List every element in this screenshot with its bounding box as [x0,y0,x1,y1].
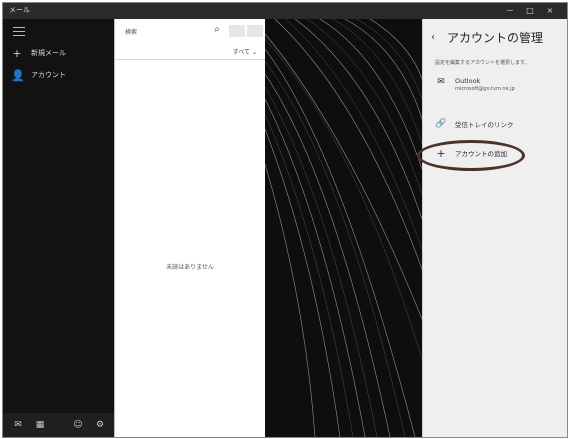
title-bar: メール － □ × [3,3,567,19]
page-title: アカウントの管理 [447,31,544,45]
mail-icon[interactable]: ✉ [11,418,25,432]
sidebar-bottom-bar: ✉ ▦ ☺ ⚙ [3,413,114,437]
search-icon[interactable]: ⌕ [210,24,224,38]
sync-icon[interactable] [229,25,245,37]
link-inboxes-label: 受信トレイのリンク [455,121,514,129]
star-trails-image [265,19,422,437]
panel-subtitle: 設定を編集するアカウントを選択します。 [435,60,530,66]
account-email: microsoft@go.tvm.ne.jp [455,86,515,92]
account-settings-panel: ‹ アカウントの管理 設定を編集するアカウントを選択します。 ✉ Outlook… [422,19,567,437]
plus-icon: + [12,46,22,60]
accounts-button[interactable]: 👤 アカウント [11,67,66,83]
new-mail-label: 新規メール [31,49,66,57]
account-item-outlook[interactable]: ✉ Outlook microsoft@go.tvm.ne.jp [435,77,515,92]
link-inboxes-item[interactable]: 🔗 受信トレイのリンク [435,119,514,129]
new-mail-button[interactable]: + 新規メール [11,45,66,61]
calendar-icon[interactable]: ▦ [33,418,47,432]
account-name: Outlook [455,77,481,85]
message-list: 検索 ⌕ すべて ⌄ 未読はありません [114,19,266,437]
search-box[interactable]: 検索 ⌕ [119,23,263,39]
panel-header: ‹ アカウントの管理 [431,29,543,46]
reading-pane-background [265,19,422,437]
person-icon: 👤 [11,68,25,82]
sidebar: + 新規メール 👤 アカウント ✉ ▦ ☺ ⚙ [3,19,114,437]
people-icon[interactable]: ☺ [71,418,85,432]
highlight-ring [417,140,525,171]
minimize-button[interactable]: － [501,4,519,18]
select-mode-icon[interactable] [247,25,263,37]
close-button[interactable]: × [541,4,559,18]
accounts-label: アカウント [31,71,66,79]
window-title: メール [9,6,30,14]
search-input[interactable]: 検索 [125,27,137,36]
filter-dropdown[interactable]: すべて ⌄ [233,47,257,56]
settings-icon[interactable]: ⚙ [93,418,107,432]
mail-icon: ✉ [437,77,445,87]
back-icon[interactable]: ‹ [431,32,443,43]
divider [115,59,265,60]
empty-message: 未読はありません [166,264,214,271]
mail-window: メール － □ × + 新規メール 👤 アカウント ✉ ▦ ☺ ⚙ 検索 ⌕ す… [2,2,568,438]
link-icon: 🔗 [435,119,447,129]
maximize-button[interactable]: □ [521,4,539,18]
hamburger-icon[interactable] [13,27,25,37]
